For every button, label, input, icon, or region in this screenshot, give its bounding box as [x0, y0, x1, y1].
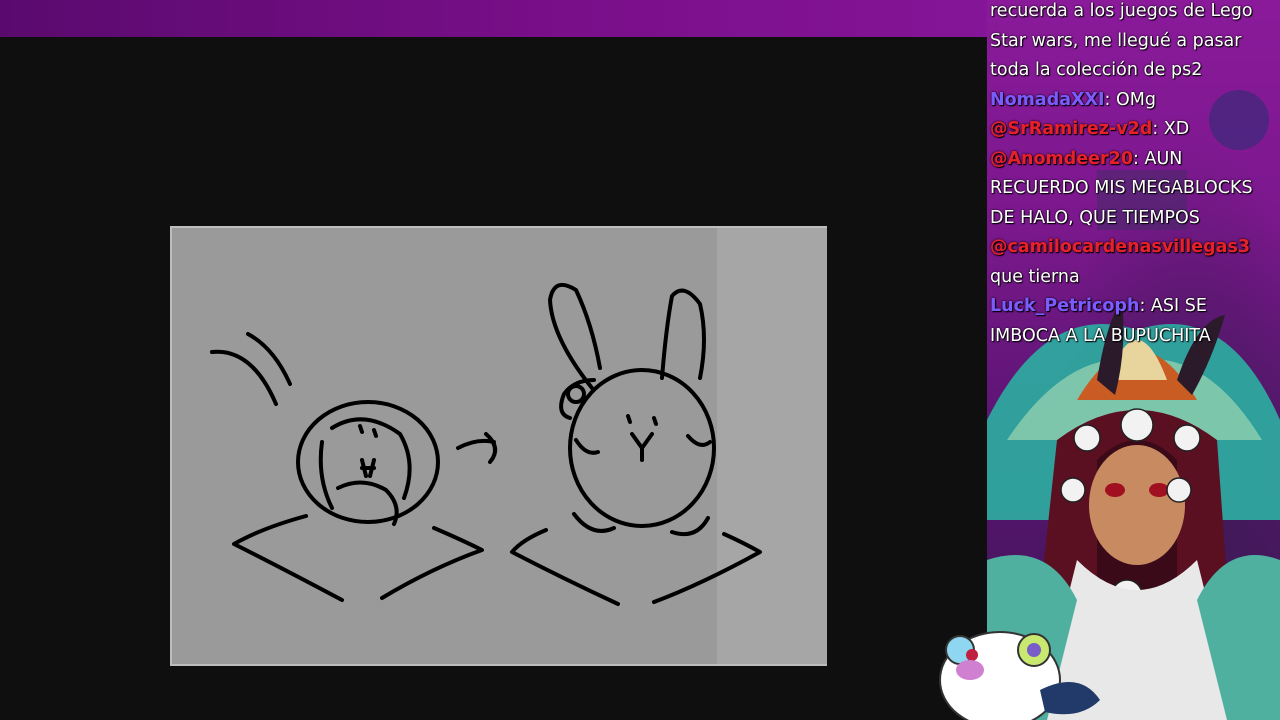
- chat-message: que tierna: [990, 263, 1280, 293]
- motion-line: [210, 349, 278, 406]
- chat-message: recuerda a los juegos de Lego Star wars,…: [990, 0, 1280, 86]
- chat-username[interactable]: @Anomdeer20: [990, 149, 1133, 169]
- chat-message: Luck_Petricoph: ASI SE IMBOCA A LA BUPUC…: [990, 292, 1280, 351]
- sketch-drawing: [210, 282, 762, 606]
- drawing-canvas[interactable]: [170, 226, 827, 666]
- chat-text: que tierna: [990, 266, 1080, 287]
- round-creature-mascot-icon: [939, 631, 1100, 720]
- chat-message: NomadaXXI: OMg: [990, 86, 1280, 116]
- chat-log: recuerda a los juegos de Lego Star wars,…: [990, 0, 1280, 351]
- chat-username[interactable]: @camilocardenasvillegas3: [990, 237, 1250, 257]
- chat-username[interactable]: NomadaXXI: [990, 90, 1105, 110]
- chat-message: @Anomdeer20: AUN RECUERDO MIS MEGABLOCKS…: [990, 145, 1280, 234]
- bunny-ear-right: [660, 288, 706, 380]
- bunny-ear-left: [548, 282, 602, 390]
- chat-message: @camilocardenasvillegas3: [990, 233, 1280, 263]
- chat-text: : XD: [1152, 119, 1190, 139]
- chat-text: recuerda a los juegos de Lego Star wars,…: [990, 1, 1253, 80]
- chat-username[interactable]: Luck_Petricoph: [990, 296, 1139, 316]
- chat-text: : OMg: [1104, 89, 1156, 110]
- motion-line: [246, 332, 292, 386]
- chat-username[interactable]: @SrRamirez-v2d: [990, 119, 1152, 139]
- chat-message: @SrRamirez-v2d: XD: [990, 115, 1280, 145]
